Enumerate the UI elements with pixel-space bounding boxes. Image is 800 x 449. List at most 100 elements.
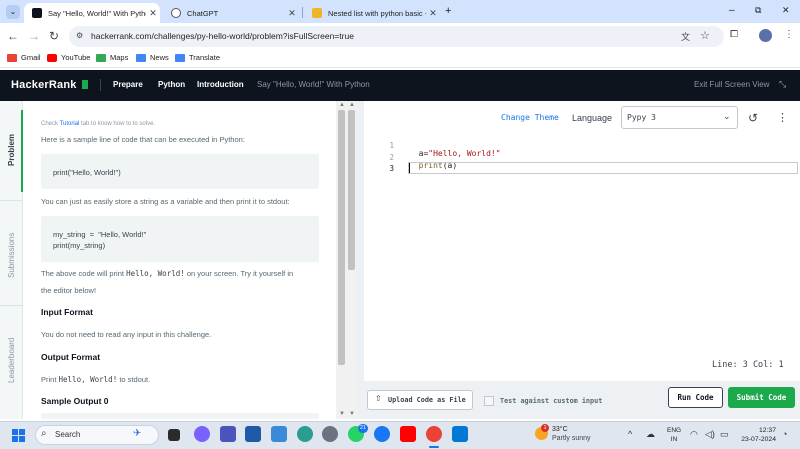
- run-code-button[interactable]: Run Code: [668, 387, 723, 408]
- tab-search-icon[interactable]: ⌄: [6, 5, 20, 19]
- bookmark-gmail[interactable]: Gmail: [7, 53, 41, 62]
- tab-title: Say "Hello, World!" With Pytho: [48, 8, 146, 18]
- scroll-down-icon[interactable]: ▼: [339, 411, 345, 417]
- forward-icon[interactable]: →: [26, 28, 42, 44]
- weather-description[interactable]: Partly sunny: [552, 435, 591, 442]
- logo-mark: [82, 80, 88, 89]
- code-sample-2: my_string = "Hello, World!" print(my_str…: [53, 230, 147, 250]
- output-format-text: Print Hello, World! to stdout.: [41, 374, 150, 386]
- problem-scrollbar-thumb[interactable]: [338, 110, 345, 365]
- copilot-icon[interactable]: [194, 426, 210, 442]
- youtube-icon: [47, 53, 57, 62]
- notifications-bell-icon[interactable]: ◔: [782, 429, 787, 439]
- breadcrumb-introduction[interactable]: Introduction: [197, 80, 244, 89]
- youtube-app-icon[interactable]: [400, 426, 416, 442]
- bookmark-star-icon[interactable]: ☆: [700, 29, 710, 42]
- header-divider: [100, 79, 101, 91]
- back-icon[interactable]: ←: [5, 28, 21, 44]
- maximize-icon[interactable]: ⧉: [755, 5, 761, 16]
- task-view-icon[interactable]: [168, 429, 180, 441]
- url-text[interactable]: hackerrank.com/challenges/py-hello-world…: [91, 31, 354, 41]
- region-code: IN: [670, 436, 678, 443]
- site-info-icon[interactable]: ⚙: [76, 31, 83, 40]
- search-icon: ⌕: [41, 428, 47, 439]
- tutorial-link[interactable]: Tutorial: [60, 121, 80, 127]
- browser-tab-chatgpt[interactable]: ChatGPT ✕: [163, 3, 299, 23]
- bookmark-news[interactable]: News: [136, 53, 169, 62]
- show-hidden-icons-chevron-icon[interactable]: ^: [628, 429, 632, 439]
- battery-icon[interactable]: ▭: [720, 429, 729, 440]
- language-value: Pypy 3: [627, 113, 656, 122]
- store-icon[interactable]: [245, 426, 261, 442]
- line-number: 2: [389, 153, 394, 162]
- tab-problem[interactable]: Problem: [7, 134, 16, 166]
- reset-code-icon[interactable]: ↺: [748, 111, 758, 125]
- tab-submissions[interactable]: Submissions: [7, 233, 16, 278]
- paragraph-text: Print: [41, 375, 57, 384]
- chatgpt-favicon-icon: [171, 8, 181, 18]
- close-icon[interactable]: ✕: [146, 8, 160, 19]
- settings-icon[interactable]: [322, 426, 338, 442]
- reload-icon[interactable]: ↻: [46, 28, 62, 44]
- bookmark-label: Translate: [189, 53, 220, 62]
- cursor-position-status: Line: 3 Col: 1: [712, 360, 784, 370]
- bookmark-maps[interactable]: Maps: [96, 53, 128, 62]
- scroll-up-icon[interactable]: ▲: [349, 102, 355, 108]
- scroll-down-icon[interactable]: ▼: [349, 411, 355, 417]
- system-clock[interactable]: 12:37 23-07-2024: [738, 426, 776, 444]
- upload-code-label: Upload Code as File: [388, 396, 466, 404]
- whatsapp-badge: 21: [358, 424, 368, 433]
- translate-icon: [175, 53, 185, 62]
- cloud-icon[interactable]: ☁: [646, 429, 655, 440]
- change-theme-link[interactable]: Change Theme: [501, 113, 559, 122]
- weather-temperature[interactable]: 33°C: [552, 426, 568, 433]
- browser-menu-icon[interactable]: ⋮: [784, 29, 794, 40]
- upload-icon: ⇧: [375, 394, 382, 403]
- paragraph-3: The above code will print Hello, World! …: [41, 268, 293, 280]
- paragraph-3-end: the editor below!: [41, 286, 97, 295]
- text-cursor: [409, 163, 410, 173]
- windows-start-icon[interactable]: [12, 429, 25, 442]
- input-language-indicator[interactable]: ENG IN: [667, 426, 681, 444]
- minimize-icon[interactable]: –: [729, 5, 735, 16]
- breadcrumb-prepare[interactable]: Prepare: [113, 80, 143, 89]
- code-sample-1: print("Hello, World!"): [53, 168, 121, 177]
- vscode-icon[interactable]: [452, 426, 468, 442]
- translate-page-icon[interactable]: 文: [681, 30, 690, 43]
- custom-input-checkbox[interactable]: [484, 396, 494, 406]
- close-icon[interactable]: ✕: [285, 8, 299, 19]
- active-app-indicator: [429, 446, 439, 448]
- close-icon[interactable]: ✕: [426, 8, 440, 19]
- volume-icon[interactable]: ◁): [705, 429, 715, 440]
- meet-icon[interactable]: [271, 426, 287, 442]
- profile-avatar[interactable]: [759, 29, 772, 42]
- chrome-icon[interactable]: [426, 426, 442, 442]
- edge-icon[interactable]: [297, 426, 313, 442]
- exit-fullscreen-link[interactable]: Exit Full Screen View: [694, 80, 769, 89]
- tab-leaderboard[interactable]: Leaderboard: [7, 338, 16, 383]
- scroll-up-icon[interactable]: ▲: [339, 102, 345, 108]
- custom-input-label[interactable]: Test against custom input: [500, 397, 602, 405]
- browser-tab-hackerrank[interactable]: Say "Hello, World!" With Pytho ✕: [24, 3, 160, 23]
- bookmark-youtube[interactable]: YouTube: [47, 53, 90, 62]
- news-icon: [136, 53, 146, 62]
- bookmark-translate[interactable]: Translate: [175, 53, 220, 62]
- new-tab-icon[interactable]: +: [445, 5, 451, 17]
- window-close-icon[interactable]: ✕: [782, 5, 790, 16]
- collapse-icon[interactable]: ⤡: [779, 79, 786, 90]
- tab-divider: [0, 305, 23, 306]
- bookmark-label: YouTube: [61, 53, 91, 62]
- breadcrumb-python[interactable]: Python: [158, 80, 185, 89]
- more-options-icon[interactable]: ⋮: [777, 111, 788, 124]
- teams-icon[interactable]: [220, 426, 236, 442]
- hackerrank-logo[interactable]: HackerRank: [11, 79, 77, 91]
- browser-tab-nested-list[interactable]: Nested list with python basic - ✕: [304, 3, 440, 23]
- submit-code-button[interactable]: Submit Code: [728, 387, 795, 408]
- maps-icon: [96, 53, 106, 62]
- bookmark-label: News: [150, 53, 169, 62]
- facebook-icon[interactable]: [374, 426, 390, 442]
- language-code: ENG: [667, 427, 682, 434]
- panel-scrollbar-thumb[interactable]: [348, 110, 355, 270]
- wifi-icon[interactable]: ◠: [690, 429, 698, 440]
- extensions-icon[interactable]: ⧠: [730, 29, 738, 40]
